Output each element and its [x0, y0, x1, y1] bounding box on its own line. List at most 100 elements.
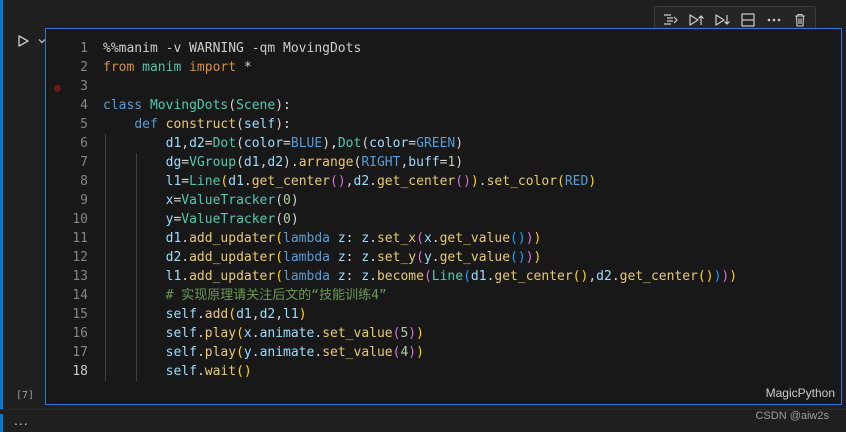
code-line[interactable]: 3 — [46, 77, 841, 96]
code-token: y — [423, 250, 432, 265]
run-cell-button[interactable] — [12, 30, 34, 52]
code-text[interactable]: from manim import * — [103, 58, 252, 77]
execute-below-icon — [715, 14, 730, 26]
code-token: () — [697, 269, 714, 284]
line-number: 7 — [80, 155, 88, 170]
code-token: , — [251, 307, 260, 322]
delete-icon — [795, 13, 805, 27]
code-line[interactable]: 7 dg=VGroup(d1,d2).arrange(RIGHT,buff=1) — [46, 153, 841, 172]
code-token: ), — [322, 136, 338, 151]
code-token: ) — [455, 136, 464, 151]
code-token: . — [243, 174, 252, 189]
code-text[interactable]: d1.add_updater(lambda z: z.set_x(x.get_v… — [103, 229, 542, 248]
code-token: . — [369, 231, 377, 246]
code-line[interactable]: 5 def construct(self): — [46, 115, 841, 134]
code-token: , — [275, 307, 284, 322]
code-line[interactable]: 10 y=ValueTracker(0) — [46, 210, 841, 229]
code-token: import — [189, 60, 244, 75]
code-token: self — [165, 364, 197, 379]
cell-language-label[interactable]: MagicPython — [766, 386, 835, 400]
code-line[interactable]: 16 self.play(x.animate.set_value(5)) — [46, 324, 841, 343]
code-area[interactable]: 1 %%manim -v WARNING -qm MovingDots 2 from … — [46, 39, 841, 381]
code-token: ) — [729, 269, 738, 284]
code-token: . — [181, 269, 190, 284]
code-line[interactable]: 13 l1.add_updater(lambda z: z.become(Lin… — [46, 267, 841, 286]
code-token: ) — [408, 326, 417, 341]
code-token: z — [337, 231, 346, 246]
code-token: ) — [525, 250, 534, 265]
code-text[interactable]: self.play(x.animate.set_value(5)) — [103, 324, 424, 343]
code-token: * — [243, 60, 252, 75]
code-text[interactable]: dg=VGroup(d1,d2).arrange(RIGHT,buff=1) — [103, 153, 463, 172]
code-token: manim — [142, 60, 190, 75]
play-icon — [18, 35, 29, 47]
code-token: VGroup — [189, 155, 237, 170]
cell-run-controls — [12, 30, 48, 52]
code-text[interactable]: l1=Line(d1.get_center(),d2.get_center())… — [103, 172, 597, 191]
code-token: set_value — [322, 345, 393, 360]
code-token: . — [431, 231, 440, 246]
code-text[interactable]: # 实现原理请关注后文的“技能训练4” — [103, 286, 387, 305]
code-line[interactable]: 8 l1=Line(d1.get_center(),d2.get_center(… — [46, 172, 841, 191]
code-token: d1 — [165, 136, 182, 151]
code-text[interactable]: self.play(y.animate.set_value(4)) — [103, 343, 424, 362]
code-token: get_center — [251, 174, 331, 189]
code-token: lambda — [283, 231, 338, 246]
code-line[interactable]: 9 x=ValueTracker(0) — [46, 191, 841, 210]
code-text[interactable]: d1,d2=Dot(color=BLUE),Dot(color=GREEN) — [103, 134, 463, 153]
code-line[interactable]: 15 self.add(d1,d2,l1) — [46, 305, 841, 324]
code-token: d2 — [267, 155, 284, 170]
more-cells-ellipsis[interactable]: ... — [14, 412, 29, 428]
code-line[interactable]: 1 %%manim -v WARNING -qm MovingDots — [46, 39, 841, 58]
indent-guide — [105, 134, 106, 381]
code-token: RED — [564, 174, 589, 189]
code-line[interactable]: 11 d1.add_updater(lambda z: z.set_x(x.ge… — [46, 229, 841, 248]
code-text[interactable]: def construct(self): — [103, 115, 291, 134]
code-text[interactable]: class MovingDots(Scene): — [103, 96, 291, 115]
code-text[interactable]: x=ValueTracker(0) — [103, 191, 299, 210]
code-token: 0 — [283, 193, 291, 208]
line-number: 5 — [80, 117, 88, 132]
code-line[interactable]: 2 from manim import * — [46, 58, 841, 77]
code-token: ValueTracker — [181, 193, 276, 208]
line-number: 14 — [72, 288, 88, 303]
code-token: . — [611, 269, 620, 284]
code-token: construct — [165, 117, 237, 132]
code-token: ) — [416, 345, 424, 360]
code-token: ( — [416, 250, 424, 265]
code-line[interactable]: 14 # 实现原理请关注后文的“技能训练4” — [46, 286, 841, 305]
code-token: ) — [408, 345, 417, 360]
code-token: Scene — [236, 98, 276, 113]
code-line[interactable]: 17 self.play(y.animate.set_value(4)) — [46, 343, 841, 362]
code-token: . — [369, 174, 377, 189]
code-token: . — [181, 250, 190, 265]
code-token: ( — [275, 231, 284, 246]
code-text[interactable]: self.add(d1,d2,l1) — [103, 305, 307, 324]
execute-above-icon — [689, 14, 704, 26]
code-token: add_updater — [189, 269, 276, 284]
code-token: z — [337, 250, 346, 265]
code-text[interactable]: d2.add_updater(lambda z: z.set_y(y.get_v… — [103, 248, 542, 267]
code-text[interactable]: self.wait() — [103, 362, 252, 381]
code-cell-editor[interactable]: 1 %%manim -v WARNING -qm MovingDots 2 from … — [45, 28, 842, 405]
code-token: ( — [228, 307, 237, 322]
code-token: 0 — [283, 212, 291, 227]
code-token: ) — [298, 307, 307, 322]
code-token: self — [165, 345, 197, 360]
code-text[interactable]: y=ValueTracker(0) — [103, 210, 299, 229]
code-line[interactable]: 18 self.wait() — [46, 362, 841, 381]
line-number: 3 — [80, 79, 88, 94]
code-line[interactable]: 6 d1,d2=Dot(color=BLUE),Dot(color=GREEN) — [46, 134, 841, 153]
code-line[interactable]: 4 class MovingDots(Scene): — [46, 96, 841, 115]
code-token: () — [236, 364, 252, 379]
code-text[interactable]: %%manim -v WARNING -qm MovingDots — [103, 39, 361, 58]
code-line[interactable]: 12 d2.add_updater(lambda z: z.set_y(y.ge… — [46, 248, 841, 267]
code-text[interactable]: l1.add_updater(lambda z: z.become(Line(d… — [103, 267, 737, 286]
code-token: () — [510, 231, 526, 246]
code-token: color — [369, 136, 409, 151]
